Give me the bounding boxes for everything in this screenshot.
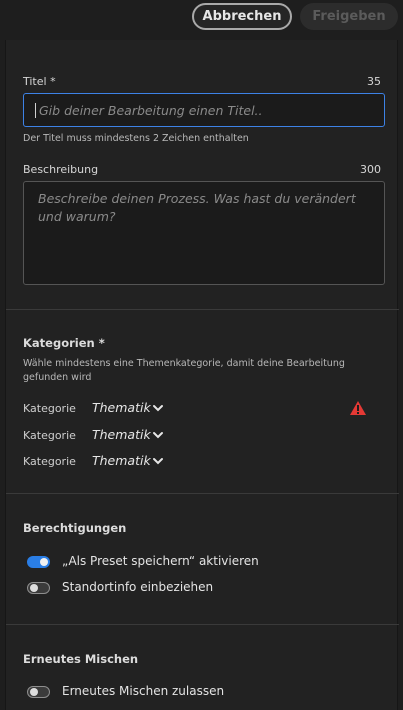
title-char-counter: 35: [367, 75, 381, 88]
chevron-down-icon[interactable]: [152, 456, 164, 466]
remix-toggle-row: Erneutes Mischen zulassen: [27, 683, 387, 703]
section-divider: [6, 309, 399, 310]
top-bar: Abbrechen Freigeben: [0, 0, 403, 40]
preset-toggle-switch[interactable]: [27, 556, 50, 568]
location-toggle-switch[interactable]: [27, 582, 50, 594]
chevron-down-icon[interactable]: [152, 430, 164, 440]
section-divider: [6, 624, 399, 625]
category-label: Kategorie: [23, 402, 76, 415]
share-form-panel: Titel * 35 Gib deiner Bearbeitung einen …: [5, 40, 399, 710]
cancel-button[interactable]: Abbrechen: [192, 3, 292, 30]
category-dropdown[interactable]: Thematik: [92, 400, 151, 415]
description-placeholder: Beschreibe deinen Prozess. Was hast du v…: [38, 191, 356, 224]
toggle-knob: [40, 558, 48, 566]
toggle-knob: [30, 687, 38, 696]
toggle-knob: [30, 583, 38, 592]
preset-toggle-row: „Als Preset speichern“ aktivieren: [27, 553, 387, 573]
description-label: Beschreibung: [23, 163, 99, 176]
section-divider: [6, 493, 399, 494]
category-label: Kategorie: [23, 429, 76, 442]
title-input[interactable]: Gib deiner Bearbeitung einen Titel..: [23, 93, 385, 127]
title-hint: Der Titel muss mindestens 2 Zeichen enth…: [23, 133, 249, 144]
location-toggle-row: Standortinfo einbeziehen: [27, 579, 387, 599]
preset-toggle-label: „Als Preset speichern“ aktivieren: [62, 554, 259, 568]
title-label: Titel *: [23, 75, 56, 88]
description-input[interactable]: Beschreibe deinen Prozess. Was hast du v…: [23, 181, 385, 285]
share-button[interactable]: Freigeben: [300, 3, 398, 30]
category-row: Kategorie Thematik: [23, 399, 383, 419]
description-char-counter: 300: [360, 163, 381, 176]
remix-toggle-switch[interactable]: [27, 686, 50, 698]
category-dropdown[interactable]: Thematik: [92, 453, 151, 468]
categories-heading: Kategorien *: [23, 336, 105, 350]
warning-icon: [350, 401, 366, 415]
chevron-down-icon[interactable]: [152, 403, 164, 413]
text-caret: [35, 103, 36, 118]
category-dropdown[interactable]: Thematik: [92, 427, 151, 442]
location-toggle-label: Standortinfo einbeziehen: [62, 580, 214, 594]
permissions-heading: Berechtigungen: [23, 521, 127, 535]
category-label: Kategorie: [23, 455, 76, 468]
remix-toggle-label: Erneutes Mischen zulassen: [62, 684, 225, 698]
category-row: Kategorie Thematik: [23, 426, 383, 446]
title-placeholder: Gib deiner Bearbeitung einen Titel..: [39, 103, 263, 118]
category-row: Kategorie Thematik: [23, 452, 383, 472]
categories-subtitle: Wähle mindestens eine Themenkategorie, d…: [23, 358, 345, 383]
remix-heading: Erneutes Mischen: [23, 652, 139, 666]
